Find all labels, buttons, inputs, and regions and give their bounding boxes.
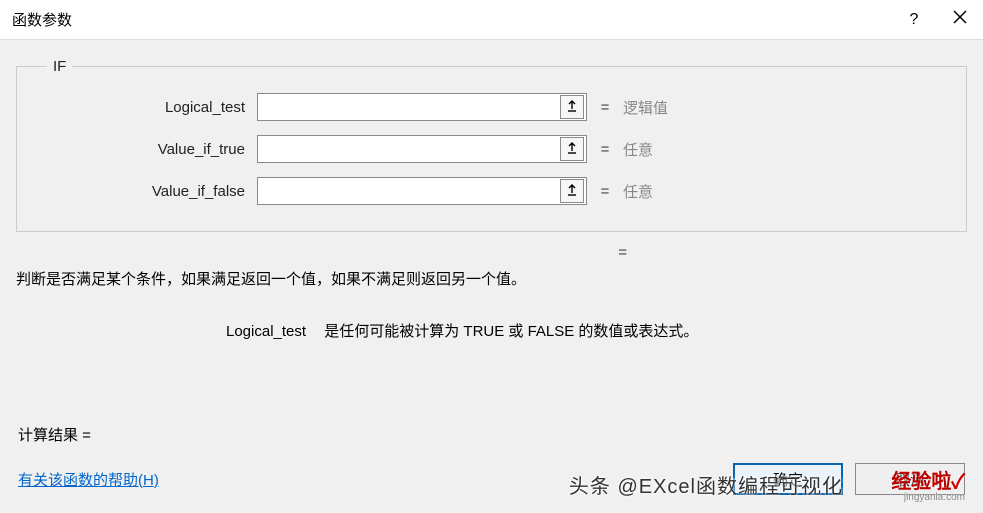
equals-sign: =	[587, 141, 623, 158]
ok-button[interactable]: 确定	[733, 463, 843, 495]
value-if-true-input[interactable]	[258, 136, 560, 162]
logical-test-input[interactable]	[258, 94, 560, 120]
parameter-help: Logical_test 是任何可能被计算为 TRUE 或 FALSE 的数值或…	[16, 320, 967, 341]
close-icon	[953, 10, 967, 29]
param-label: Value_if_false	[37, 183, 257, 200]
function-description: 判断是否满足某个条件，如果满足返回一个值，如果不满足则返回另一个值。	[16, 268, 967, 292]
footer-row: 有关该函数的帮助(H) 确定 取消	[18, 463, 965, 495]
reference-picker-icon	[566, 141, 578, 158]
param-row-value-if-false: Value_if_false = 任意	[37, 177, 946, 205]
function-name-legend: IF	[47, 58, 72, 75]
equals-sign: =	[587, 99, 623, 116]
param-help-name: Logical_test	[226, 323, 306, 340]
collapse-dialog-button[interactable]	[560, 137, 584, 161]
param-input-wrap	[257, 177, 587, 205]
collapse-dialog-button[interactable]	[560, 179, 584, 203]
param-label: Logical_test	[37, 99, 257, 116]
reference-picker-icon	[566, 183, 578, 200]
help-icon: ?	[910, 11, 919, 29]
result-equals: =	[16, 244, 967, 262]
dialog-footer: 计算结果 = 有关该函数的帮助(H) 确定 取消	[0, 410, 983, 513]
close-button[interactable]	[937, 0, 983, 40]
reference-picker-icon	[566, 99, 578, 116]
param-input-wrap	[257, 93, 587, 121]
param-input-wrap	[257, 135, 587, 163]
param-hint: 任意	[623, 181, 653, 202]
parameter-group: IF Logical_test = 逻辑值 Value_if_true = 任意	[16, 58, 967, 232]
titlebar: 函数参数 ?	[0, 0, 983, 40]
param-hint: 任意	[623, 139, 653, 160]
help-button[interactable]: ?	[891, 0, 937, 40]
equals-sign: =	[587, 183, 623, 200]
cancel-button[interactable]: 取消	[855, 463, 965, 495]
param-row-value-if-true: Value_if_true = 任意	[37, 135, 946, 163]
calc-result-label: 计算结果 =	[18, 424, 965, 445]
param-row-logical-test: Logical_test = 逻辑值	[37, 93, 946, 121]
param-help-text: 是任何可能被计算为 TRUE 或 FALSE 的数值或表达式。	[324, 323, 698, 340]
dialog-title: 函数参数	[12, 9, 891, 30]
value-if-false-input[interactable]	[258, 178, 560, 204]
function-help-link[interactable]: 有关该函数的帮助(H)	[18, 469, 159, 490]
param-label: Value_if_true	[37, 141, 257, 158]
collapse-dialog-button[interactable]	[560, 95, 584, 119]
param-hint: 逻辑值	[623, 97, 668, 118]
